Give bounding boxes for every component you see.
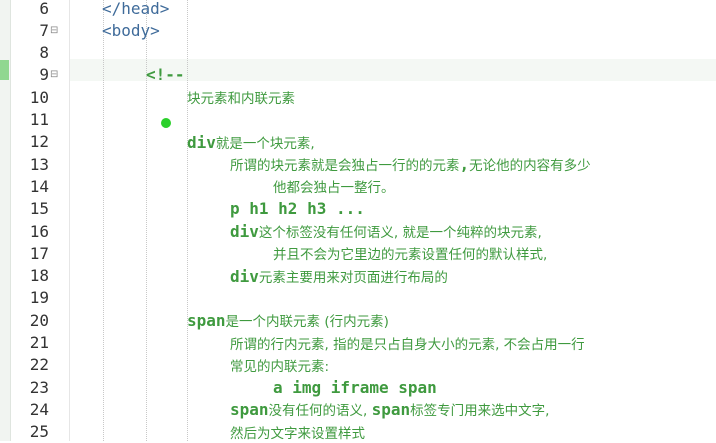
code-text: span没有任何的语义, span标签专门用来选中文字, — [230, 399, 549, 419]
line-number: 17 — [29, 243, 49, 263]
code-token: 无论他的内容有多少 — [469, 158, 591, 175]
code-line[interactable]: 18 div元素主要用来对页面进行布局的 — [0, 265, 716, 287]
code-line[interactable]: 8 — [0, 42, 716, 64]
code-line[interactable]: 7 ⊟ <body> — [0, 19, 716, 41]
code-text: 他都会独占一整行。 — [273, 176, 395, 196]
code-text: span是一个内联元素 (行内元素) — [187, 310, 389, 330]
code-text: div就是一个块元素, — [187, 132, 315, 152]
code-text: a img iframe span — [273, 377, 437, 397]
code-line[interactable]: 24 span没有任何的语义, span标签专门用来选中文字, — [0, 398, 716, 420]
code-token: 标签专门用来选中文字, — [410, 403, 550, 420]
code-text: 然后为文字来设置样式 — [230, 422, 365, 442]
line-number: 8 — [39, 43, 49, 63]
code-text: div这个标签没有任何语义, 就是一个纯粹的块元素, — [230, 221, 542, 241]
line-number: 16 — [29, 221, 49, 241]
line-number: 21 — [29, 333, 49, 352]
code-token: 元素主要用来对页面进行布局的 — [258, 269, 448, 286]
code-token: 他都会独占一整行。 — [273, 180, 395, 197]
code-text: <body> — [102, 20, 160, 40]
code-line[interactable]: 25 然后为文字来设置样式 — [0, 421, 716, 443]
code-line[interactable]: 20 span是一个内联元素 (行内元素) — [0, 309, 716, 331]
code-line[interactable]: 23 a img iframe span — [0, 376, 716, 398]
code-text: 并且不会为它里边的元素设置任何的默认样式, — [273, 243, 547, 263]
code-token: 所谓的行内元素, 指的是只占自身大小的元素, 不会占用一行 — [230, 336, 585, 353]
code-token: span — [371, 400, 411, 420]
code-text: 块元素和内联元素 — [187, 87, 295, 107]
code-text: 常见的内联元素: — [230, 355, 329, 375]
code-line[interactable]: 6 </head> — [0, 0, 716, 19]
code-token: 没有任何的语义, — [268, 403, 372, 420]
code-line[interactable]: 9 ⊟ <!-- — [0, 64, 716, 86]
fold-toggle-icon[interactable]: ⊟ — [50, 69, 58, 80]
code-token: div — [230, 222, 259, 241]
code-line[interactable]: 11 — [0, 109, 716, 131]
line-number: 9 — [39, 65, 49, 85]
code-token: span — [187, 311, 226, 331]
line-number: 7 — [39, 20, 49, 40]
code-line[interactable]: 10 块元素和内联元素 — [0, 86, 716, 108]
line-number: 25 — [29, 422, 49, 442]
code-token: 常见的内联元素: — [230, 358, 330, 375]
code-token: 然后为文字来设置样式 — [230, 425, 365, 442]
code-token: , — [459, 155, 470, 175]
code-token: 就是一个块元素, — [215, 135, 315, 152]
line-number: 6 — [39, 0, 49, 18]
code-line[interactable]: 13 所谓的块元素就是会独占一行的的元素,无论他的内容有多少 — [0, 153, 716, 175]
code-editor[interactable]: 6 </head> 7 ⊟ <body> 8 9 ⊟ <!-- 10 块元素和内联元素 11 12 div… — [0, 0, 716, 443]
code-text: div元素主要用来对页面进行布局的 — [230, 266, 448, 286]
code-line[interactable]: 19 — [0, 287, 716, 309]
code-text: </head> — [102, 0, 170, 18]
code-line[interactable]: 16 div这个标签没有任何语义, 就是一个纯粹的块元素, — [0, 220, 716, 242]
code-line[interactable]: 21 所谓的行内元素, 指的是只占自身大小的元素, 不会占用一行 — [0, 332, 716, 354]
code-line[interactable]: 17 并且不会为它里边的元素设置任何的默认样式, — [0, 242, 716, 264]
code-text: 所谓的块元素就是会独占一行的的元素,无论他的内容有多少 — [230, 154, 591, 174]
code-line[interactable]: 22 常见的内联元素: — [0, 354, 716, 376]
code-token: span — [230, 400, 269, 420]
line-number: 12 — [29, 132, 49, 152]
breakpoint-dot-icon[interactable] — [161, 118, 171, 128]
code-token: div — [187, 132, 216, 152]
line-number: 19 — [29, 288, 49, 308]
line-number: 22 — [29, 355, 49, 375]
code-line[interactable]: 12 div就是一个块元素, — [0, 131, 716, 153]
line-number: 13 — [29, 154, 49, 174]
code-token: 是一个内联元素 (行内元素) — [225, 314, 389, 331]
line-number: 24 — [29, 399, 49, 419]
code-token: 这个标签没有任何语义, 就是一个纯粹的块元素, — [258, 225, 542, 241]
code-text: p h1 h2 h3 ... — [230, 199, 365, 219]
line-number: 15 — [29, 199, 49, 219]
code-line[interactable]: 14 他都会独占一整行。 — [0, 175, 716, 197]
code-token: 所谓的块元素就是会独占一行的的元素 — [230, 158, 460, 175]
fold-toggle-icon[interactable]: ⊟ — [50, 25, 58, 36]
line-number: 10 — [29, 87, 49, 107]
line-number: 20 — [29, 310, 49, 330]
code-token: 块元素和内联元素 — [187, 91, 295, 108]
code-line[interactable]: 15 p h1 h2 h3 ... — [0, 198, 716, 220]
code-token: div — [230, 266, 259, 286]
code-text: <!-- — [146, 65, 185, 85]
code-text: 所谓的行内元素, 指的是只占自身大小的元素, 不会占用一行 — [230, 333, 585, 353]
line-number: 23 — [29, 377, 49, 397]
line-number: 14 — [29, 176, 49, 196]
line-number: 11 — [29, 110, 49, 129]
line-number: 18 — [29, 266, 49, 286]
code-token: 并且不会为它里边的元素设置任何的默认样式, — [273, 247, 548, 264]
